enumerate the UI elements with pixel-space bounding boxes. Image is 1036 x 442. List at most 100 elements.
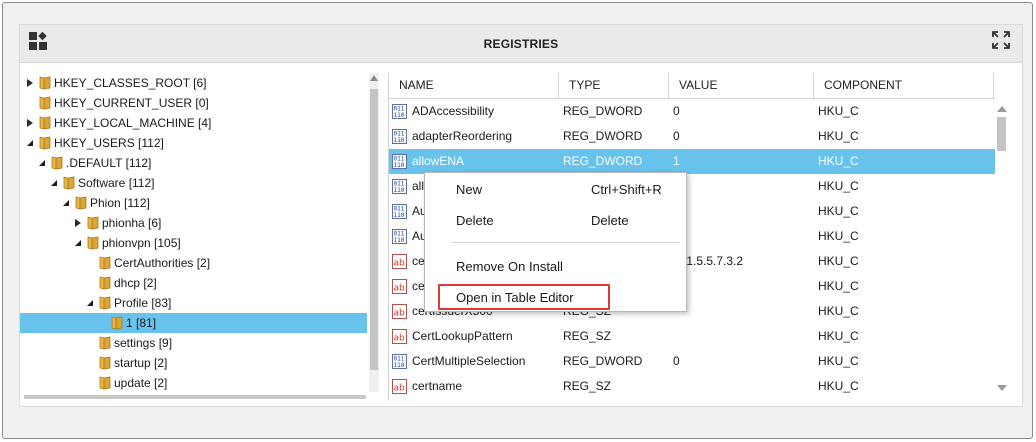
table-row[interactable]: 011 110 allowENA REG_DWORD 1 HKU_C — [389, 149, 995, 174]
cell-name: CertLookupPattern — [412, 329, 513, 343]
collapsed-arrow-icon[interactable] — [27, 119, 33, 127]
expanded-arrow-icon[interactable] — [27, 140, 33, 146]
collapsed-arrow-icon[interactable] — [75, 219, 81, 227]
tree-item[interactable]: HKEY_CLASSES_ROOT [6] — [20, 73, 367, 93]
scroll-up-arrow-icon[interactable] — [370, 75, 378, 81]
cell-type: REG_DWORD — [563, 129, 643, 143]
tree-item-label: startup [2] — [114, 356, 168, 370]
table-row[interactable]: 011 110 adapterReordering REG_DWORD 0 HKU_C — [389, 124, 995, 149]
cell-component: HKU_C — [818, 229, 859, 243]
tree-scrollbar[interactable] — [369, 73, 379, 392]
tree-item-label: .DEFAULT [112] — [66, 156, 152, 170]
tree-item[interactable]: settings [9] — [20, 333, 367, 353]
menu-item-remove-on-install[interactable]: Remove On Install — [426, 254, 685, 280]
cell-name: allowENA — [412, 154, 465, 168]
cell-component: HKU_C — [818, 179, 859, 193]
tree-item[interactable]: HKEY_LOCAL_MACHINE [4] — [20, 113, 367, 133]
table-row[interactable]: 011 110 ADAccessibility REG_DWORD 0 HKU_C — [389, 99, 995, 124]
tree-item-label: update [2] — [114, 376, 168, 390]
column-header-value[interactable]: VALUE — [669, 73, 814, 99]
folder-icon — [39, 76, 51, 90]
string-icon: ab — [392, 279, 407, 294]
tree-item-label: HKEY_USERS [112] — [54, 136, 164, 150]
tree-item[interactable]: HKEY_USERS [112] — [20, 133, 367, 153]
cell-value: 0 — [673, 104, 680, 118]
folder-icon — [99, 336, 111, 350]
dword-icon: 011110 — [392, 104, 407, 119]
tree-horizontal-scrollbar[interactable] — [24, 395, 366, 399]
dword-icon: 011110 — [392, 129, 407, 144]
tree-scrollbar-thumb[interactable] — [370, 89, 378, 370]
dword-icon: 011110 — [392, 204, 407, 219]
cell-component: HKU_C — [818, 379, 859, 393]
expanded-arrow-icon[interactable] — [39, 160, 45, 166]
tree-item[interactable]: update [2] — [20, 373, 367, 392]
scroll-up-arrow-icon[interactable] — [997, 106, 1007, 112]
tree-item-label: phionvpn [105] — [102, 236, 181, 250]
menu-item-shortcut: Ctrl+Shift+R — [591, 182, 662, 197]
expand-icon[interactable] — [992, 31, 1010, 49]
folder-icon — [99, 296, 111, 310]
cell-component: HKU_C — [818, 304, 859, 318]
cell-name: certname — [412, 379, 463, 393]
tree-item[interactable]: startup [2] — [20, 353, 367, 373]
tree-item[interactable]: CertAuthorities [2] — [20, 253, 367, 273]
cell-type: REG_DWORD — [563, 354, 643, 368]
tree-item[interactable]: HKEY_CURRENT_USER [0] — [20, 93, 367, 113]
svg-text:110: 110 — [394, 187, 405, 194]
svg-text:ab: ab — [394, 259, 406, 269]
expanded-arrow-icon[interactable] — [51, 180, 57, 186]
expanded-arrow-icon[interactable] — [63, 200, 69, 206]
menu-item-delete[interactable]: Delete Delete — [426, 208, 685, 234]
cell-name: ce — [412, 254, 425, 268]
cell-value: 0 — [673, 354, 680, 368]
folder-icon — [63, 176, 75, 190]
column-header-component[interactable]: COMPONENT — [814, 73, 994, 99]
menu-item-new[interactable]: New Ctrl+Shift+R — [426, 177, 685, 203]
string-icon: ab — [392, 379, 407, 394]
folder-icon — [99, 376, 111, 390]
menu-item-label: New — [456, 182, 483, 197]
string-icon: ab — [392, 254, 407, 269]
tree-item[interactable]: dhcp [2] — [20, 273, 367, 293]
tree-item-label: settings [9] — [114, 336, 173, 350]
table-row[interactable]: ab CertLookupPattern REG_SZ HKU_C — [389, 324, 995, 349]
tree-item-label: HKEY_CLASSES_ROOT [6] — [54, 76, 207, 90]
tree-item-label: Profile [83] — [114, 296, 172, 310]
tree-item-label: HKEY_CURRENT_USER [0] — [54, 96, 209, 110]
string-icon: ab — [392, 304, 407, 319]
tree-item[interactable]: Phion [112] — [20, 193, 367, 213]
dword-icon: 011110 — [392, 154, 407, 169]
tree-item[interactable]: phionha [6] — [20, 213, 367, 233]
tree-item[interactable]: .DEFAULT [112] — [20, 153, 367, 173]
tree-item[interactable]: 1 [81] — [20, 313, 367, 333]
table-row[interactable]: 011 110 CertMultipleSelection REG_DWORD 0 HKU… — [389, 349, 995, 374]
menu-item-label: Remove On Install — [456, 259, 563, 274]
tree-item[interactable]: phionvpn [105] — [20, 233, 367, 253]
svg-text:110: 110 — [394, 112, 405, 119]
tree-item-label: HKEY_LOCAL_MACHINE [4] — [54, 116, 212, 130]
scroll-down-arrow-icon[interactable] — [997, 385, 1007, 391]
expanded-arrow-icon[interactable] — [75, 240, 81, 246]
cell-component: HKU_C — [818, 154, 859, 168]
svg-text:ab: ab — [394, 384, 406, 394]
menu-item-label: Delete — [456, 213, 494, 228]
folder-icon — [51, 156, 63, 170]
dword-icon: 011110 — [392, 179, 407, 194]
tree-item[interactable]: Profile [83] — [20, 293, 367, 313]
cell-value: 1 — [673, 154, 680, 168]
folder-icon — [87, 236, 99, 250]
table-scrollbar[interactable] — [995, 99, 1007, 396]
table-row[interactable]: ab certname REG_SZ HKU_C — [389, 374, 995, 399]
tree-item[interactable]: Software [112] — [20, 173, 367, 193]
folder-icon — [99, 256, 111, 270]
column-header-name[interactable]: NAME — [389, 73, 559, 99]
column-header-type[interactable]: TYPE — [559, 73, 669, 99]
expanded-arrow-icon[interactable] — [87, 300, 93, 306]
table-scrollbar-thumb[interactable] — [997, 117, 1006, 151]
cell-component: HKU_C — [818, 204, 859, 218]
cell-value: 0 — [673, 129, 680, 143]
tree-item-label: Software [112] — [78, 176, 155, 190]
tree-item-label: CertAuthorities [2] — [114, 256, 211, 270]
collapsed-arrow-icon[interactable] — [27, 79, 33, 87]
